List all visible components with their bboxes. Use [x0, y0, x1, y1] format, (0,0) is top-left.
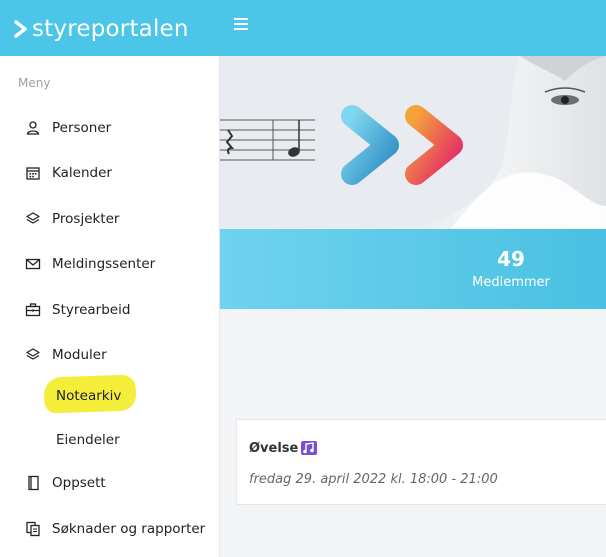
documents-icon — [24, 520, 42, 538]
music-note-icon — [301, 441, 318, 455]
layers-icon — [24, 346, 42, 364]
sidebar-item-styrearbeid[interactable]: Styrearbeid — [24, 298, 130, 322]
sidebar-subitem-eiendeler[interactable]: Eiendeler — [56, 432, 120, 448]
sidebar: Meny Personer Kalender Prosjekter Meldin… — [0, 56, 220, 557]
sidebar-item-label: Moduler — [52, 347, 107, 363]
hamburger-menu-icon[interactable] — [234, 18, 248, 32]
menu-title: Meny — [18, 76, 51, 90]
sidebar-item-oppsett[interactable]: Oppsett — [24, 471, 106, 495]
sidebar-item-moduler[interactable]: Moduler — [24, 343, 107, 367]
sidebar-item-label: Kalender — [52, 165, 112, 181]
sidebar-item-kalender[interactable]: Kalender — [24, 161, 112, 185]
members-label: Medlemmer — [472, 275, 550, 290]
book-icon — [24, 474, 42, 492]
sidebar-item-label: Styrearbeid — [52, 302, 131, 318]
briefcase-icon — [24, 301, 42, 319]
sidebar-item-label: Meldingssenter — [52, 256, 156, 272]
event-title: Øvelse — [249, 440, 299, 456]
sidebar-item-prosjekter[interactable]: Prosjekter — [24, 207, 119, 231]
layers-icon — [24, 210, 42, 228]
hero-illustration — [220, 56, 606, 229]
sidebar-item-label: Prosjekter — [52, 211, 120, 227]
members-count: 49 — [497, 247, 525, 271]
event-card[interactable]: Øvelse fredag 29. april 2022 kl. 18:00 -… — [236, 419, 606, 505]
top-bar: styreportalen — [0, 0, 606, 56]
logo-chevron-icon — [14, 20, 27, 38]
sidebar-item-label: Søknader og rapporter — [52, 521, 206, 537]
logo[interactable]: styreportalen — [14, 14, 189, 44]
logo-text: styreportalen — [32, 16, 189, 42]
event-date: fredag 29. april 2022 kl. 18:00 - 21:00 — [249, 472, 498, 487]
sidebar-subitem-notearkiv[interactable]: Notearkiv — [56, 388, 121, 404]
sidebar-item-label: Personer — [52, 120, 112, 136]
sidebar-item-meldingssenter[interactable]: Meldingssenter — [24, 252, 155, 276]
event-title-row: Øvelse — [249, 440, 318, 456]
envelope-icon — [24, 255, 42, 273]
stats-bar: 49 Medlemmer — [220, 229, 606, 309]
hero-banner — [220, 56, 606, 229]
sidebar-item-personer[interactable]: Personer — [24, 116, 111, 140]
sidebar-item-label: Oppsett — [52, 475, 106, 491]
person-icon — [24, 119, 42, 137]
calendar-icon — [24, 164, 42, 182]
sidebar-item-soknader[interactable]: Søknader og rapporter — [24, 517, 205, 541]
